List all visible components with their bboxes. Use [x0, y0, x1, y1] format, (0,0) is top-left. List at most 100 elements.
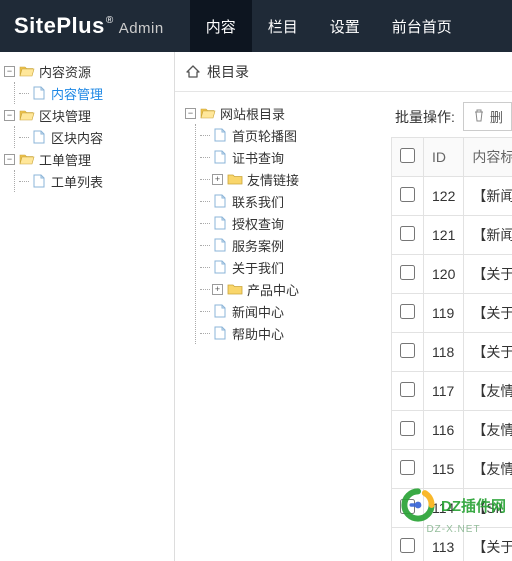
batch-delete-button[interactable]: 删 — [463, 102, 512, 131]
file-icon — [212, 128, 228, 142]
sidebar: −内容资源内容管理−区块管理区块内容−工单管理工单列表 — [0, 52, 175, 561]
tree-toggle[interactable]: − — [185, 108, 196, 119]
tree-item[interactable]: 工单列表 — [15, 170, 170, 192]
top-nav: 内容栏目设置前台首页 — [190, 0, 468, 52]
tree-item[interactable]: − 网站根目录 — [185, 102, 377, 124]
row-checkbox[interactable] — [400, 382, 415, 397]
brand-admin: Admin — [119, 20, 164, 37]
row-checkbox[interactable] — [400, 265, 415, 280]
row-checkbox[interactable] — [400, 460, 415, 475]
cell-id: 116 — [424, 411, 464, 450]
file-icon — [212, 238, 228, 252]
trash-icon — [472, 108, 486, 125]
nav-item-2[interactable]: 设置 — [314, 0, 376, 52]
nav-item-1[interactable]: 栏目 — [252, 0, 314, 52]
tree-item[interactable]: 服务案例 — [196, 234, 377, 256]
file-icon — [212, 216, 228, 230]
cell-id: 113 — [424, 528, 464, 561]
tree-label: 产品中心 — [247, 280, 299, 299]
tree-label: 内容资源 — [39, 62, 91, 81]
table-row: 116【友情 — [392, 411, 512, 450]
select-all-header — [392, 138, 424, 177]
cell-title: 【新闻 — [464, 177, 512, 216]
brand-reg: ® — [106, 15, 114, 26]
tree-label: 新闻中心 — [232, 302, 284, 321]
brand-logo: SitePlus ® Admin — [0, 13, 178, 39]
tree-item[interactable]: 联系我们 — [196, 190, 377, 212]
cell-title: 【友情 — [464, 450, 512, 489]
row-checkbox[interactable] — [400, 421, 415, 436]
batch-label: 批量操作: — [395, 107, 455, 127]
folder-open-icon — [19, 108, 35, 122]
breadcrumb: 根目录 — [175, 52, 512, 92]
cell-id: 114 — [424, 489, 464, 528]
row-checkbox[interactable] — [400, 538, 415, 553]
tree-item[interactable]: 首页轮播图 — [196, 124, 377, 146]
table-row: 121【新闻 — [392, 216, 512, 255]
cell-id: 117 — [424, 372, 464, 411]
col-header: ID — [424, 138, 464, 177]
row-checkbox[interactable] — [400, 499, 415, 514]
tree-toggle[interactable]: − — [4, 66, 15, 77]
tree-item[interactable]: 关于我们 — [196, 256, 377, 278]
folder-open-icon — [19, 64, 35, 78]
tree-item[interactable]: − 区块管理 — [4, 104, 170, 126]
folder-open-icon — [200, 106, 216, 120]
file-icon — [31, 130, 47, 144]
tree-label: 工单管理 — [39, 150, 91, 169]
tree-label: 工单列表 — [51, 172, 103, 191]
main-area: 根目录 − 网站根目录首页轮播图证书查询+友情链接联系我们授权查询服务案例关于我们… — [175, 52, 512, 561]
table-row: 113【关于 — [392, 528, 512, 561]
tree-label: 首页轮播图 — [232, 126, 297, 145]
tree-label: 内容管理 — [51, 84, 103, 103]
tree-item[interactable]: − 内容资源 — [4, 60, 170, 82]
folder-open-icon — [19, 152, 35, 166]
table-row: 118【关于 — [392, 333, 512, 372]
cell-title: 【Sit — [464, 489, 512, 528]
tree-label: 帮助中心 — [232, 324, 284, 343]
brand-bold: SitePlus — [14, 13, 105, 39]
tree-toggle[interactable]: − — [4, 154, 15, 165]
file-icon — [31, 174, 47, 188]
select-all-checkbox[interactable] — [400, 148, 415, 163]
cell-title: 【关于 — [464, 294, 512, 333]
row-checkbox[interactable] — [400, 226, 415, 241]
tree-item[interactable]: 新闻中心 — [196, 300, 377, 322]
cell-id: 121 — [424, 216, 464, 255]
table-row: 117【友情 — [392, 372, 512, 411]
cell-title: 【关于 — [464, 255, 512, 294]
nav-item-0[interactable]: 内容 — [190, 0, 252, 52]
tree-item[interactable]: 帮助中心 — [196, 322, 377, 344]
file-icon — [212, 194, 228, 208]
table-row: 122【新闻 — [392, 177, 512, 216]
tree-item[interactable]: 区块内容 — [15, 126, 170, 148]
file-icon — [31, 86, 47, 100]
tree-item[interactable]: +友情链接 — [196, 168, 377, 190]
tree-toggle[interactable]: + — [212, 174, 223, 185]
content-panel: 批量操作: 删 ID内容标 122【新闻121【新闻120【关于119【关于11… — [391, 102, 512, 561]
batch-delete-label: 删 — [490, 107, 503, 126]
cell-title: 【友情 — [464, 411, 512, 450]
breadcrumb-label: 根目录 — [207, 62, 249, 82]
tree-toggle[interactable]: − — [4, 110, 15, 121]
topbar: SitePlus ® Admin 内容栏目设置前台首页 — [0, 0, 512, 52]
tree-toggle[interactable]: + — [212, 284, 223, 295]
nav-item-3[interactable]: 前台首页 — [376, 0, 468, 52]
cell-id: 118 — [424, 333, 464, 372]
cell-id: 122 — [424, 177, 464, 216]
tree-item[interactable]: + 产品中心 — [196, 278, 377, 300]
row-checkbox[interactable] — [400, 187, 415, 202]
tree-label: 证书查询 — [232, 148, 284, 167]
table-row: 114【Sit — [392, 489, 512, 528]
row-checkbox[interactable] — [400, 304, 415, 319]
tree-label: 网站根目录 — [220, 104, 285, 123]
batch-bar: 批量操作: 删 — [391, 102, 512, 131]
file-icon — [212, 326, 228, 340]
row-checkbox[interactable] — [400, 343, 415, 358]
tree-item[interactable]: 授权查询 — [196, 212, 377, 234]
tree-item[interactable]: 内容管理 — [15, 82, 170, 104]
tree-item[interactable]: − 工单管理 — [4, 148, 170, 170]
file-icon — [212, 150, 228, 164]
tree-item[interactable]: 证书查询 — [196, 146, 377, 168]
tree-label: 区块管理 — [39, 106, 91, 125]
